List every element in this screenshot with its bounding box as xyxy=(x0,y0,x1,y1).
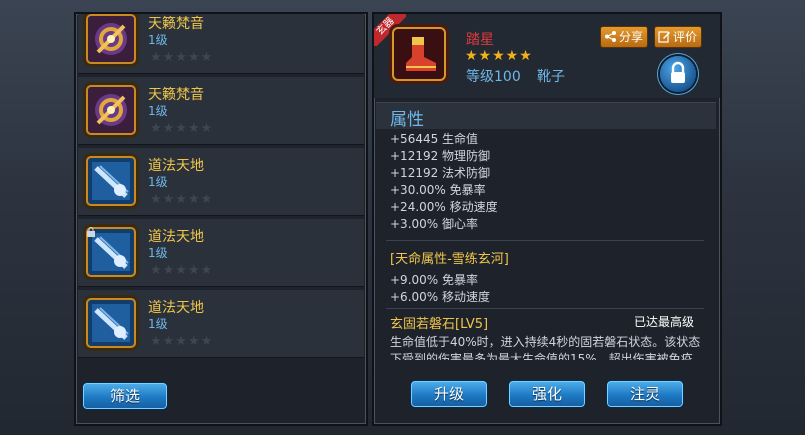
equipment-header: 玄器 踏星 ★★★★★ 等级100 靴子 分享 评价 xyxy=(374,14,720,98)
item-level: 1级 xyxy=(148,317,168,331)
list-item[interactable]: 道法天地 1级 ★★★★★ xyxy=(78,148,364,216)
review-label: 评价 xyxy=(673,30,698,44)
skill-status: 已达最高级 xyxy=(634,315,695,329)
lock-button[interactable] xyxy=(660,56,696,92)
padlock-icon xyxy=(671,61,685,83)
skill-name: 玄固若磐石[LV5] xyxy=(390,317,489,332)
item-name: 天籁梵音 xyxy=(148,87,204,103)
item-stars: ★★★★★ xyxy=(150,50,214,65)
upgrade-button[interactable]: 升级 xyxy=(410,380,488,408)
equipment-type: 靴子 xyxy=(537,69,565,85)
item-stars: ★★★★★ xyxy=(150,192,214,207)
share-label: 分享 xyxy=(619,30,644,44)
item-stars: ★★★★★ xyxy=(150,263,214,278)
item-level: 1级 xyxy=(148,246,168,260)
review-button[interactable]: 评价 xyxy=(654,26,703,48)
edit-icon xyxy=(658,31,670,43)
skill-description: 生命值低于40%时，进入持续4秒的固若磐石状态。该状态下受到的伤害最多为最大生命… xyxy=(390,335,701,360)
item-name: 道法天地 xyxy=(148,158,204,174)
filter-button[interactable]: 筛选 xyxy=(82,382,168,410)
list-item[interactable]: 天籁梵音 1级 ★★★★★ xyxy=(78,14,364,74)
share-button[interactable]: 分享 xyxy=(600,26,649,48)
stat-line: +12192 物理防御 xyxy=(390,149,491,163)
sword-scroll-icon xyxy=(86,227,136,277)
sword-scroll-icon xyxy=(86,298,136,348)
divider xyxy=(386,308,704,309)
list-item[interactable]: 道法天地 1级 ★★★★★ xyxy=(78,290,364,358)
enhance-button[interactable]: 强化 xyxy=(508,380,586,408)
item-name: 道法天地 xyxy=(148,300,204,316)
equipment-stars: ★★★★★ xyxy=(465,48,533,64)
sword-scroll-icon xyxy=(86,156,136,206)
equipment-level: 等级100 xyxy=(466,69,521,85)
attributes-header: 属性 xyxy=(376,102,716,130)
equipment-detail-panel: 玄器 踏星 ★★★★★ 等级100 靴子 分享 评价 属性 +56445 生命值… xyxy=(372,12,722,426)
item-level: 1级 xyxy=(148,33,168,47)
boots-icon[interactable] xyxy=(392,27,446,81)
inventory-list[interactable]: 天籁梵音 1级 ★★★★★ 天籁梵音 1级 ★★★★★ 道法天地 1级 ★★★★… xyxy=(78,14,364,359)
inventory-panel: 天籁梵音 1级 ★★★★★ 天籁梵音 1级 ★★★★★ 道法天地 1级 ★★★★… xyxy=(74,12,368,426)
share-icon xyxy=(605,31,616,42)
item-stars: ★★★★★ xyxy=(150,121,214,136)
fate-attribute-title: [天命属性-雪练玄河] xyxy=(390,252,509,267)
attributes-title: 属性 xyxy=(390,110,424,130)
equipment-name: 踏星 xyxy=(466,32,494,48)
stat-line: +56445 生命值 xyxy=(390,132,479,146)
list-item[interactable]: 天籁梵音 1级 ★★★★★ xyxy=(78,77,364,145)
divider xyxy=(386,240,704,241)
stat-line: +3.00% 御心率 xyxy=(390,217,478,231)
ornate-bow-icon xyxy=(86,85,136,135)
attributes-scroll-area[interactable]: +56445 生命值 +12192 物理防御 +12192 法术防御 +30.0… xyxy=(376,128,716,360)
ornate-bow-icon xyxy=(86,14,136,64)
stat-line: +30.00% 免暴率 xyxy=(390,183,486,197)
infuse-button[interactable]: 注灵 xyxy=(606,380,684,408)
item-level: 1级 xyxy=(148,175,168,189)
item-stars: ★★★★★ xyxy=(150,334,214,349)
fate-stat-line: +6.00% 移动速度 xyxy=(390,290,490,304)
fate-stat-line: +9.00% 免暴率 xyxy=(390,273,478,287)
lock-icon xyxy=(87,227,95,237)
stat-line: +24.00% 移动速度 xyxy=(390,200,498,214)
item-level: 1级 xyxy=(148,104,168,118)
item-name: 道法天地 xyxy=(148,229,204,245)
list-item[interactable]: 道法天地 1级 ★★★★★ xyxy=(78,219,364,287)
stat-line: +12192 法术防御 xyxy=(390,166,491,180)
